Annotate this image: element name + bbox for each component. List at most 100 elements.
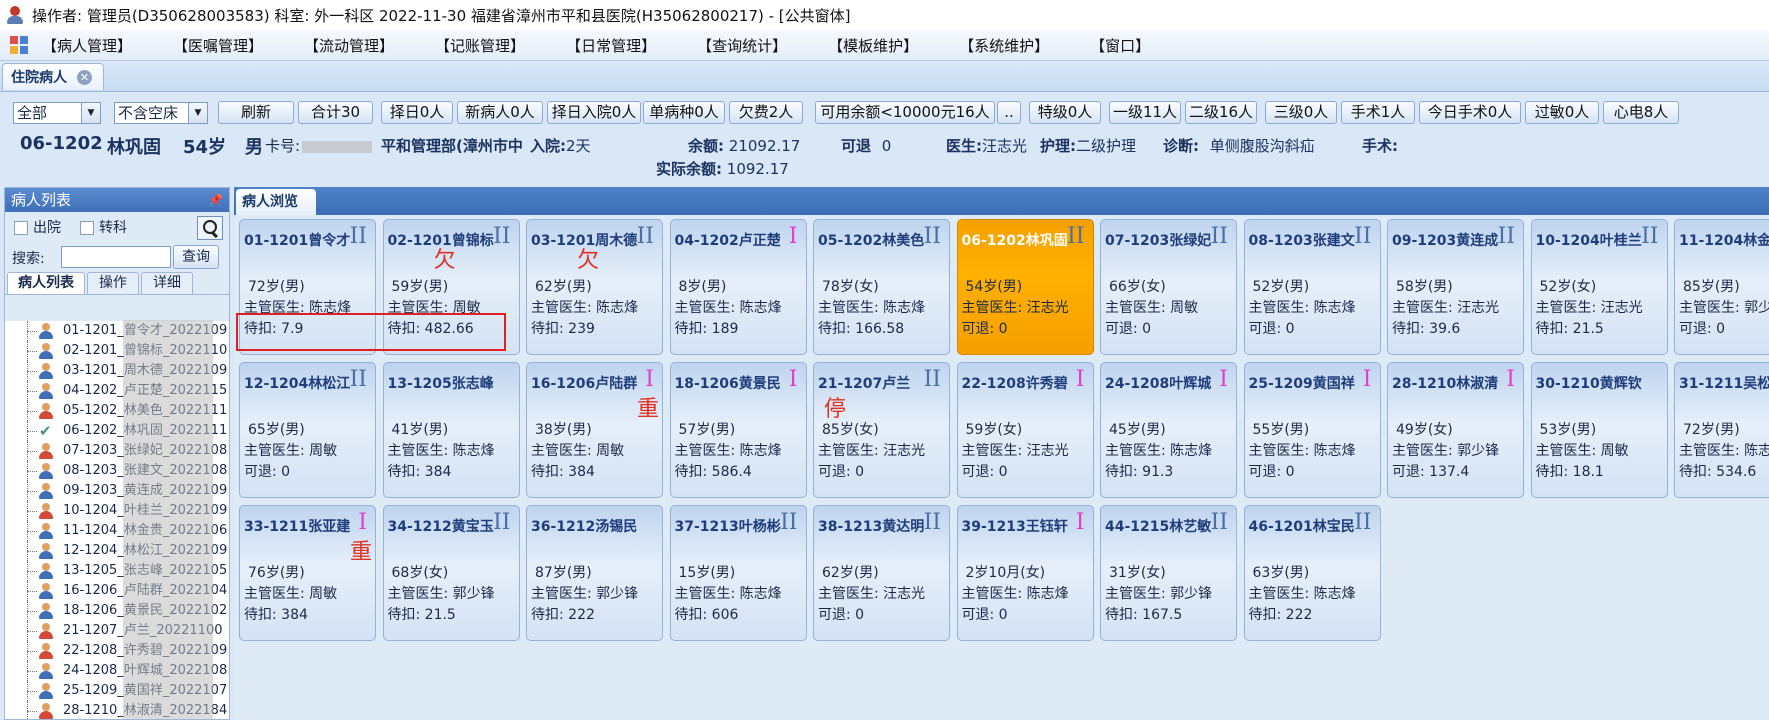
care-level-badge: I bbox=[788, 367, 798, 392]
menu-billing[interactable]: 【记账管理】 bbox=[435, 35, 525, 56]
patient-card[interactable]: 04-1202卢正楚 I 8岁(男) 主管医生: 陈志烽 待扣: 189 bbox=[669, 219, 807, 355]
patient-card-name: 04-1202卢正楚 bbox=[674, 233, 781, 249]
more-button[interactable]: .. bbox=[997, 101, 1021, 124]
patient-card[interactable]: 03-1201周木德 II 欠 62岁(男) 主管医生: 陈志烽 待扣: 239 bbox=[526, 219, 663, 355]
patient-card-age: 87岁(男) bbox=[535, 565, 592, 581]
menu-flow[interactable]: 【流动管理】 bbox=[304, 35, 394, 56]
patient-card-balance: 可退: 0 bbox=[1248, 321, 1295, 337]
patient-card-age: 65岁(男) bbox=[248, 422, 305, 438]
chevron-down-icon[interactable]: ▼ bbox=[81, 103, 100, 123]
search-input[interactable] bbox=[61, 246, 171, 268]
transfer-checkbox[interactable] bbox=[80, 221, 94, 235]
patient-card[interactable]: 44-1215林艺敏 II 31岁(女) 主管医生: 郭少锋 待扣: 167.5 bbox=[1100, 505, 1237, 641]
patient-card-doctor: 主管医生: 陈志烽 bbox=[531, 300, 639, 316]
patient-card[interactable]: 34-1212黄宝玉 II 68岁(女) 主管医生: 郭少锋 待扣: 21.5 bbox=[382, 505, 520, 641]
patient-card[interactable]: 25-1209黄国祥 I 55岁(男) 主管医生: 陈志烽 可退: 0 bbox=[1243, 362, 1381, 498]
patient-card[interactable]: 16-1206卢陆群 I 重 38岁(男) 主管医生: 周敏 待扣: 384 bbox=[526, 362, 663, 498]
scope-select[interactable]: 全部 ▼ bbox=[13, 102, 101, 124]
patient-card[interactable]: 07-1203张绿妃 II 66岁(女) 主管医生: 周敏 可退: 0 bbox=[1100, 219, 1237, 355]
patient-card-name: 44-1215林艺敏 bbox=[1105, 519, 1212, 535]
total-button[interactable]: 合计30 bbox=[298, 101, 373, 124]
bed-select[interactable]: 不含空床 ▼ bbox=[114, 102, 208, 124]
new-patient-button[interactable]: 新病人0人 bbox=[457, 101, 543, 124]
level1-button[interactable]: 一级11人 bbox=[1109, 101, 1181, 124]
patient-card[interactable]: 30-1210黄辉钦 53岁(男) 主管医生: 周敏 待扣: 18.1 bbox=[1530, 362, 1668, 498]
grid-menu-icon[interactable] bbox=[10, 36, 28, 54]
check-icon bbox=[39, 421, 53, 441]
today-surgery-button[interactable]: 今日手术0人 bbox=[1419, 101, 1521, 124]
allergy-button[interactable]: 过敏0人 bbox=[1525, 101, 1599, 124]
scheduled-admit-button[interactable]: 择日入院0人 bbox=[547, 101, 641, 124]
patient-card-doctor: 主管医生: 陈志烽 bbox=[674, 300, 782, 316]
male-patient-icon bbox=[39, 543, 53, 559]
patient-card[interactable]: 38-1213黄达明 II 62岁(男) 主管医生: 汪志光 可退: 0 bbox=[813, 505, 950, 641]
care-level-badge: II bbox=[1497, 224, 1515, 249]
menu-daily[interactable]: 【日常管理】 bbox=[566, 35, 656, 56]
surgery-button[interactable]: 手术1人 bbox=[1341, 101, 1415, 124]
low-balance-button[interactable]: 可用余额<10000元16人 bbox=[815, 101, 995, 124]
patient-card[interactable]: 18-1206黄景民 I 57岁(男) 主管医生: 陈志烽 待扣: 586.4 bbox=[669, 362, 807, 498]
male-patient-icon bbox=[39, 323, 53, 339]
male-patient-icon bbox=[39, 463, 53, 479]
patient-card-name: 13-1205张志峰 bbox=[387, 376, 494, 392]
menu-system[interactable]: 【系统维护】 bbox=[959, 35, 1049, 56]
patient-card[interactable]: 39-1213王钰轩 I 2岁10月(女) 主管医生: 陈志烽 可退: 0 bbox=[956, 505, 1094, 641]
tab-operations[interactable]: 操作 bbox=[87, 272, 139, 294]
discharged-checkbox[interactable] bbox=[14, 221, 28, 235]
refresh-button[interactable]: 刷新 bbox=[218, 101, 294, 124]
patient-card[interactable]: 02-1201曾锦标 II 欠 59岁(男) 主管医生: 周敏 待扣: 482.66 bbox=[382, 219, 520, 355]
patient-card[interactable]: 10-1204叶桂兰 II 52岁(女) 主管医生: 汪志光 待扣: 21.5 bbox=[1530, 219, 1668, 355]
tab-inpatients[interactable]: 住院病人 ✕ bbox=[2, 63, 104, 90]
tab-details[interactable]: 详细 bbox=[141, 272, 193, 294]
menu-orders[interactable]: 【医嘱管理】 bbox=[173, 35, 263, 56]
window-title-bar: 操作者: 管理员(D350628003583) 科室: 外一科区 2022-11… bbox=[0, 0, 1769, 30]
search-icon[interactable] bbox=[197, 216, 223, 240]
patient-card[interactable]: 36-1212汤锡民 87岁(男) 主管医生: 郭少锋 待扣: 222 bbox=[526, 505, 663, 641]
close-icon[interactable]: ✕ bbox=[77, 69, 92, 85]
tab-patient-list[interactable]: 病人列表 bbox=[7, 272, 85, 294]
scheduled-button[interactable]: 择日0人 bbox=[381, 101, 453, 124]
patient-card[interactable]: 37-1213叶杨彬 II 15岁(男) 主管医生: 陈志烽 待扣: 606 bbox=[669, 505, 807, 641]
menu-templates[interactable]: 【模板维护】 bbox=[828, 35, 918, 56]
patient-card-doctor: 主管医生: 周敏 bbox=[244, 443, 338, 459]
patient-card[interactable]: 09-1203黄连成 II 58岁(男) 主管医生: 汪志光 待扣: 39.6 bbox=[1387, 219, 1524, 355]
menu-stats[interactable]: 【查询统计】 bbox=[697, 35, 787, 56]
patient-card-name: 16-1206卢陆群 bbox=[531, 376, 638, 392]
patient-card[interactable]: 33-1211张亚建 I 重 76岁(男) 主管医生: 周敏 待扣: 384 bbox=[239, 505, 376, 641]
pin-icon[interactable]: 📌 bbox=[208, 188, 223, 212]
chevron-down-icon[interactable]: ▼ bbox=[188, 103, 207, 123]
menu-window[interactable]: 【窗口】 bbox=[1090, 35, 1150, 56]
level2-button[interactable]: 二级16人 bbox=[1185, 101, 1257, 124]
patient-card-name: 21-1207卢兰 bbox=[818, 376, 911, 392]
single-disease-button[interactable]: 单病种0人 bbox=[643, 101, 725, 124]
patient-card[interactable]: 28-1210林淑清 I 49岁(女) 主管医生: 郭少锋 可退: 137.4 bbox=[1387, 362, 1524, 498]
male-patient-icon bbox=[39, 523, 53, 539]
menu-patient[interactable]: 【病人管理】 bbox=[42, 35, 132, 56]
discharged-label: 出院 bbox=[33, 220, 61, 236]
patient-card[interactable]: 46-1201林宝民 II 63岁(男) 主管医生: 陈志烽 待扣: 222 bbox=[1243, 505, 1381, 641]
ecg-button[interactable]: 心电8人 bbox=[1603, 101, 1679, 124]
patient-card-balance: 待扣: 167.5 bbox=[1105, 607, 1183, 623]
patient-card[interactable]: 12-1204林松江 II 65岁(男) 主管医生: 周敏 可退: 0 bbox=[239, 362, 376, 498]
patient-card[interactable]: 31-1211吴松 72岁(男) 主管医生: 陈志 待扣: 534.6 bbox=[1674, 362, 1769, 498]
patient-card-doctor: 主管医生: 汪志光 bbox=[961, 443, 1069, 459]
patient-card[interactable]: 08-1203张建文 II 52岁(男) 主管医生: 陈志烽 可退: 0 bbox=[1243, 219, 1381, 355]
patient-card[interactable]: 05-1202林美色 II 78岁(女) 主管医生: 陈志烽 待扣: 166.58 bbox=[813, 219, 950, 355]
patient-card[interactable]: 22-1208许秀碧 I 59岁(女) 主管医生: 汪志光 可退: 0 bbox=[956, 362, 1094, 498]
patient-card[interactable]: 01-1201曾令才 II 72岁(男) 主管医生: 陈志烽 待扣: 7.9 bbox=[239, 219, 376, 355]
patient-card-name: 46-1201林宝民 bbox=[1248, 519, 1355, 535]
patient-card[interactable]: 13-1205张志峰 41岁(男) 主管医生: 陈志烽 待扣: 384 bbox=[382, 362, 520, 498]
patient-card[interactable]: 24-1208叶辉城 I 45岁(男) 主管医生: 陈志烽 待扣: 91.3 bbox=[1100, 362, 1237, 498]
patient-card[interactable]: 21-1207卢兰 II 停 85岁(女) 主管医生: 汪志光 可退: 0 bbox=[813, 362, 950, 498]
level3-button[interactable]: 三级0人 bbox=[1265, 101, 1337, 124]
arrears-button[interactable]: 欠费2人 bbox=[729, 101, 803, 124]
scope-select-value: 全部 bbox=[17, 104, 48, 122]
query-button[interactable]: 查询 bbox=[173, 245, 219, 269]
patient-card[interactable]: 06-1202林巩固 II 54岁(男) 主管医生: 汪志光 可退: 0 bbox=[956, 219, 1094, 355]
patient-card-balance: 待扣: 384 bbox=[531, 464, 595, 480]
special-care-button[interactable]: 特级0人 bbox=[1029, 101, 1101, 124]
patient-card[interactable]: 11-1204林金贵 85岁(男) 主管医生: 郭少锋可退: 0 bbox=[1674, 219, 1769, 355]
tab-patient-browse[interactable]: 病人浏览 bbox=[236, 189, 316, 215]
status-flag: 重 bbox=[637, 397, 660, 422]
patient-card-balance: 可退: 0 bbox=[818, 607, 865, 623]
